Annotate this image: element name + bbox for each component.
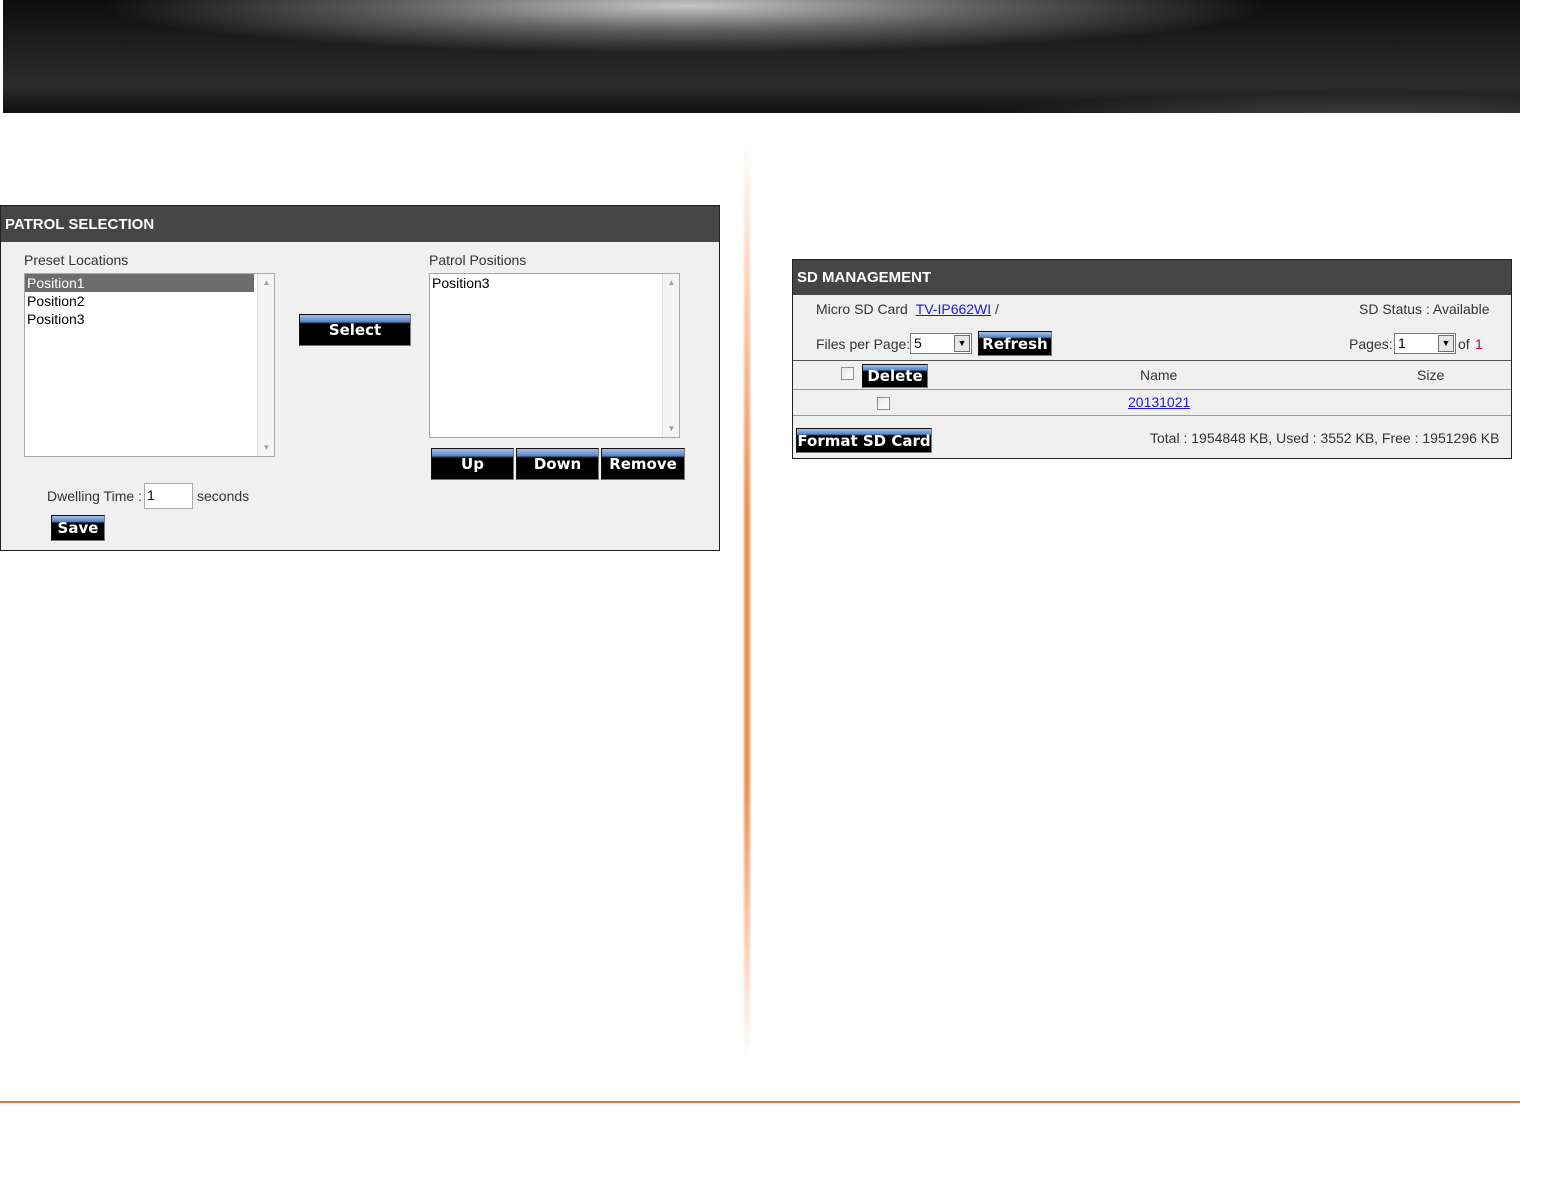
pages-select[interactable]: 1 ▼ [1394,333,1456,354]
files-per-page-label: Files per Page: [816,336,911,352]
scroll-down-icon[interactable]: ▼ [258,439,275,456]
save-button[interactable]: Save [51,515,105,541]
column-header-size: Size [1417,367,1445,383]
vertical-divider [744,140,750,1060]
micro-sd-card-label: Micro SD Card TV-IP662WI / [816,301,999,317]
files-per-page-select[interactable]: 5 ▼ [910,333,972,354]
storage-usage-text: Total : 1954848 KB, Used : 3552 KB, Free… [1150,430,1500,446]
seconds-label: seconds [197,488,250,504]
patrol-positions-label: Patrol Positions [429,252,527,268]
of-label: of [1458,336,1470,352]
dwelling-time-input[interactable]: 1 [144,483,193,509]
scroll-down-icon[interactable]: ▼ [663,420,680,437]
sd-management-panel: SD MANAGEMENT Micro SD Card TV-IP662WI /… [792,259,1512,459]
select-all-checkbox[interactable] [841,367,854,380]
select-button[interactable]: Select [299,314,411,346]
chevron-down-icon[interactable]: ▼ [1438,335,1454,352]
list-item[interactable]: Position3 [25,310,274,328]
scrollbar[interactable]: ▲ ▼ [662,274,679,437]
delete-button[interactable]: Delete [862,364,928,388]
patrol-selection-panel: PATROL SELECTION Preset Locations Positi… [0,205,720,551]
column-header-name: Name [1140,367,1178,383]
table-header-row: Delete Name Size [793,360,1511,390]
header-banner [3,0,1520,113]
pages-total: 1 [1475,336,1483,352]
scroll-up-icon[interactable]: ▲ [258,274,275,291]
card-path-link[interactable]: TV-IP662WI [916,301,991,317]
preset-locations-list[interactable]: Position1 Position2 Position3 ▲ ▼ [24,273,275,457]
sd-status-text: SD Status : Available [1359,301,1490,317]
table-row: 20131021 [793,390,1511,416]
panel-title: SD MANAGEMENT [793,260,1511,295]
file-name-link[interactable]: 20131021 [1128,394,1190,410]
preset-locations-label: Preset Locations [24,252,129,268]
pages-value: 1 [1398,335,1406,351]
list-item[interactable]: Position2 [25,292,274,310]
chevron-down-icon[interactable]: ▼ [954,335,970,352]
files-per-page-value: 5 [914,335,922,351]
pages-label: Pages: [1349,336,1393,352]
scroll-up-icon[interactable]: ▲ [663,274,680,291]
dwelling-time-label: Dwelling Time : [47,488,142,504]
up-button[interactable]: Up [431,448,514,480]
list-item[interactable]: Position1 [25,274,254,292]
patrol-positions-list[interactable]: Position3 ▲ ▼ [429,273,680,438]
format-sd-card-button[interactable]: Format SD Card [796,428,932,453]
down-button[interactable]: Down [516,448,599,480]
row-checkbox[interactable] [877,397,890,410]
card-label-text: Micro SD Card [816,301,908,317]
card-path-slash: / [995,301,999,317]
refresh-button[interactable]: Refresh [978,331,1052,356]
list-item[interactable]: Position3 [430,274,679,292]
remove-button[interactable]: Remove [601,448,685,480]
panel-title: PATROL SELECTION [1,206,719,242]
scrollbar[interactable]: ▲ ▼ [257,274,274,456]
footer-rule [0,1101,1520,1103]
